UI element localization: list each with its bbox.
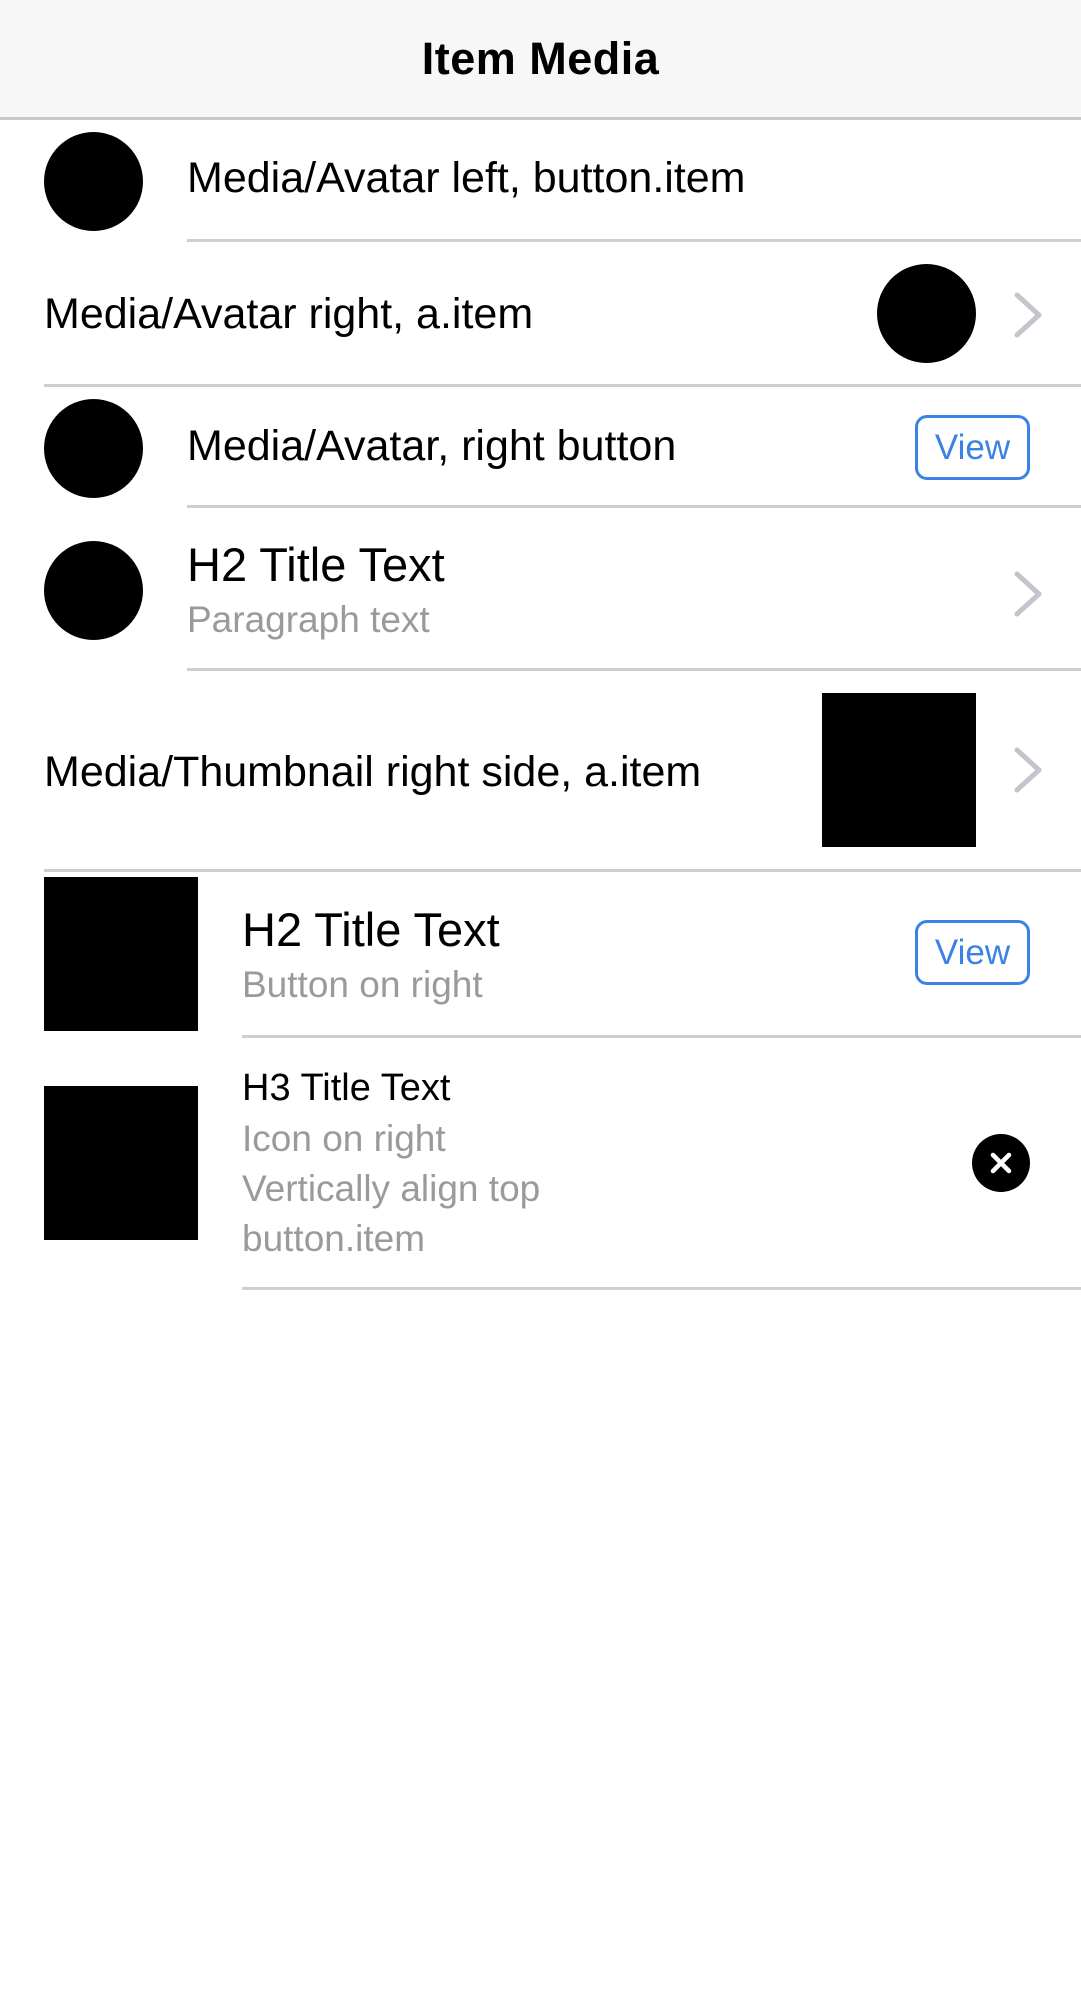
view-button[interactable]: View — [915, 415, 1030, 480]
item-subtitle: Paragraph text — [187, 599, 430, 640]
row-separator — [187, 239, 1081, 242]
view-button[interactable]: View — [915, 920, 1030, 985]
list-item-avatar-left[interactable]: Media/Avatar left, button.item — [0, 123, 1081, 243]
chevron-right-icon — [1007, 742, 1049, 798]
page: Item Media Media/Avatar left, button.ite… — [0, 0, 1081, 1999]
avatar — [44, 541, 143, 640]
close-icon[interactable] — [972, 1134, 1030, 1192]
list-item-h2-paragraph[interactable]: H2 Title Text Paragraph text — [0, 508, 1081, 671]
thumbnail — [44, 877, 198, 1031]
chevron-right-icon — [1007, 287, 1049, 343]
list-item-h3-icon[interactable]: H3 Title Text Icon on right Vertically a… — [0, 1038, 1081, 1291]
list-item-thumbnail-right[interactable]: Media/Thumbnail right side, a.item — [0, 671, 1081, 872]
avatar — [877, 264, 976, 363]
chevron-right-icon — [1007, 566, 1049, 622]
avatar — [44, 399, 143, 498]
list-item-avatar-right[interactable]: Media/Avatar right, a.item — [0, 243, 1081, 387]
item-title: H2 Title Text — [242, 903, 500, 956]
item-title: H2 Title Text — [187, 538, 445, 591]
list-item-avatar-button: Media/Avatar, right button View — [0, 387, 1081, 508]
avatar — [44, 132, 143, 231]
page-title: Item Media — [421, 32, 660, 84]
navbar: Item Media — [0, 0, 1081, 120]
row-separator — [242, 1287, 1081, 1290]
thumbnail — [822, 693, 976, 847]
thumbnail — [44, 1086, 198, 1240]
list-item-label: Media/Avatar, right button — [187, 422, 677, 470]
item-subtitle: Button on right — [242, 964, 483, 1005]
item-line: Vertically align top — [242, 1168, 541, 1209]
item-line: Icon on right — [242, 1118, 446, 1159]
list-item-label: Media/Thumbnail right side, a.item — [44, 748, 702, 796]
item-line: button.item — [242, 1218, 426, 1259]
list-item-label: Media/Avatar left, button.item — [187, 154, 746, 202]
list-item-label: Media/Avatar right, a.item — [44, 290, 534, 338]
item-title: H3 Title Text — [242, 1067, 451, 1109]
list-item-thumbnail-button: H2 Title Text Button on right View — [0, 872, 1081, 1038]
